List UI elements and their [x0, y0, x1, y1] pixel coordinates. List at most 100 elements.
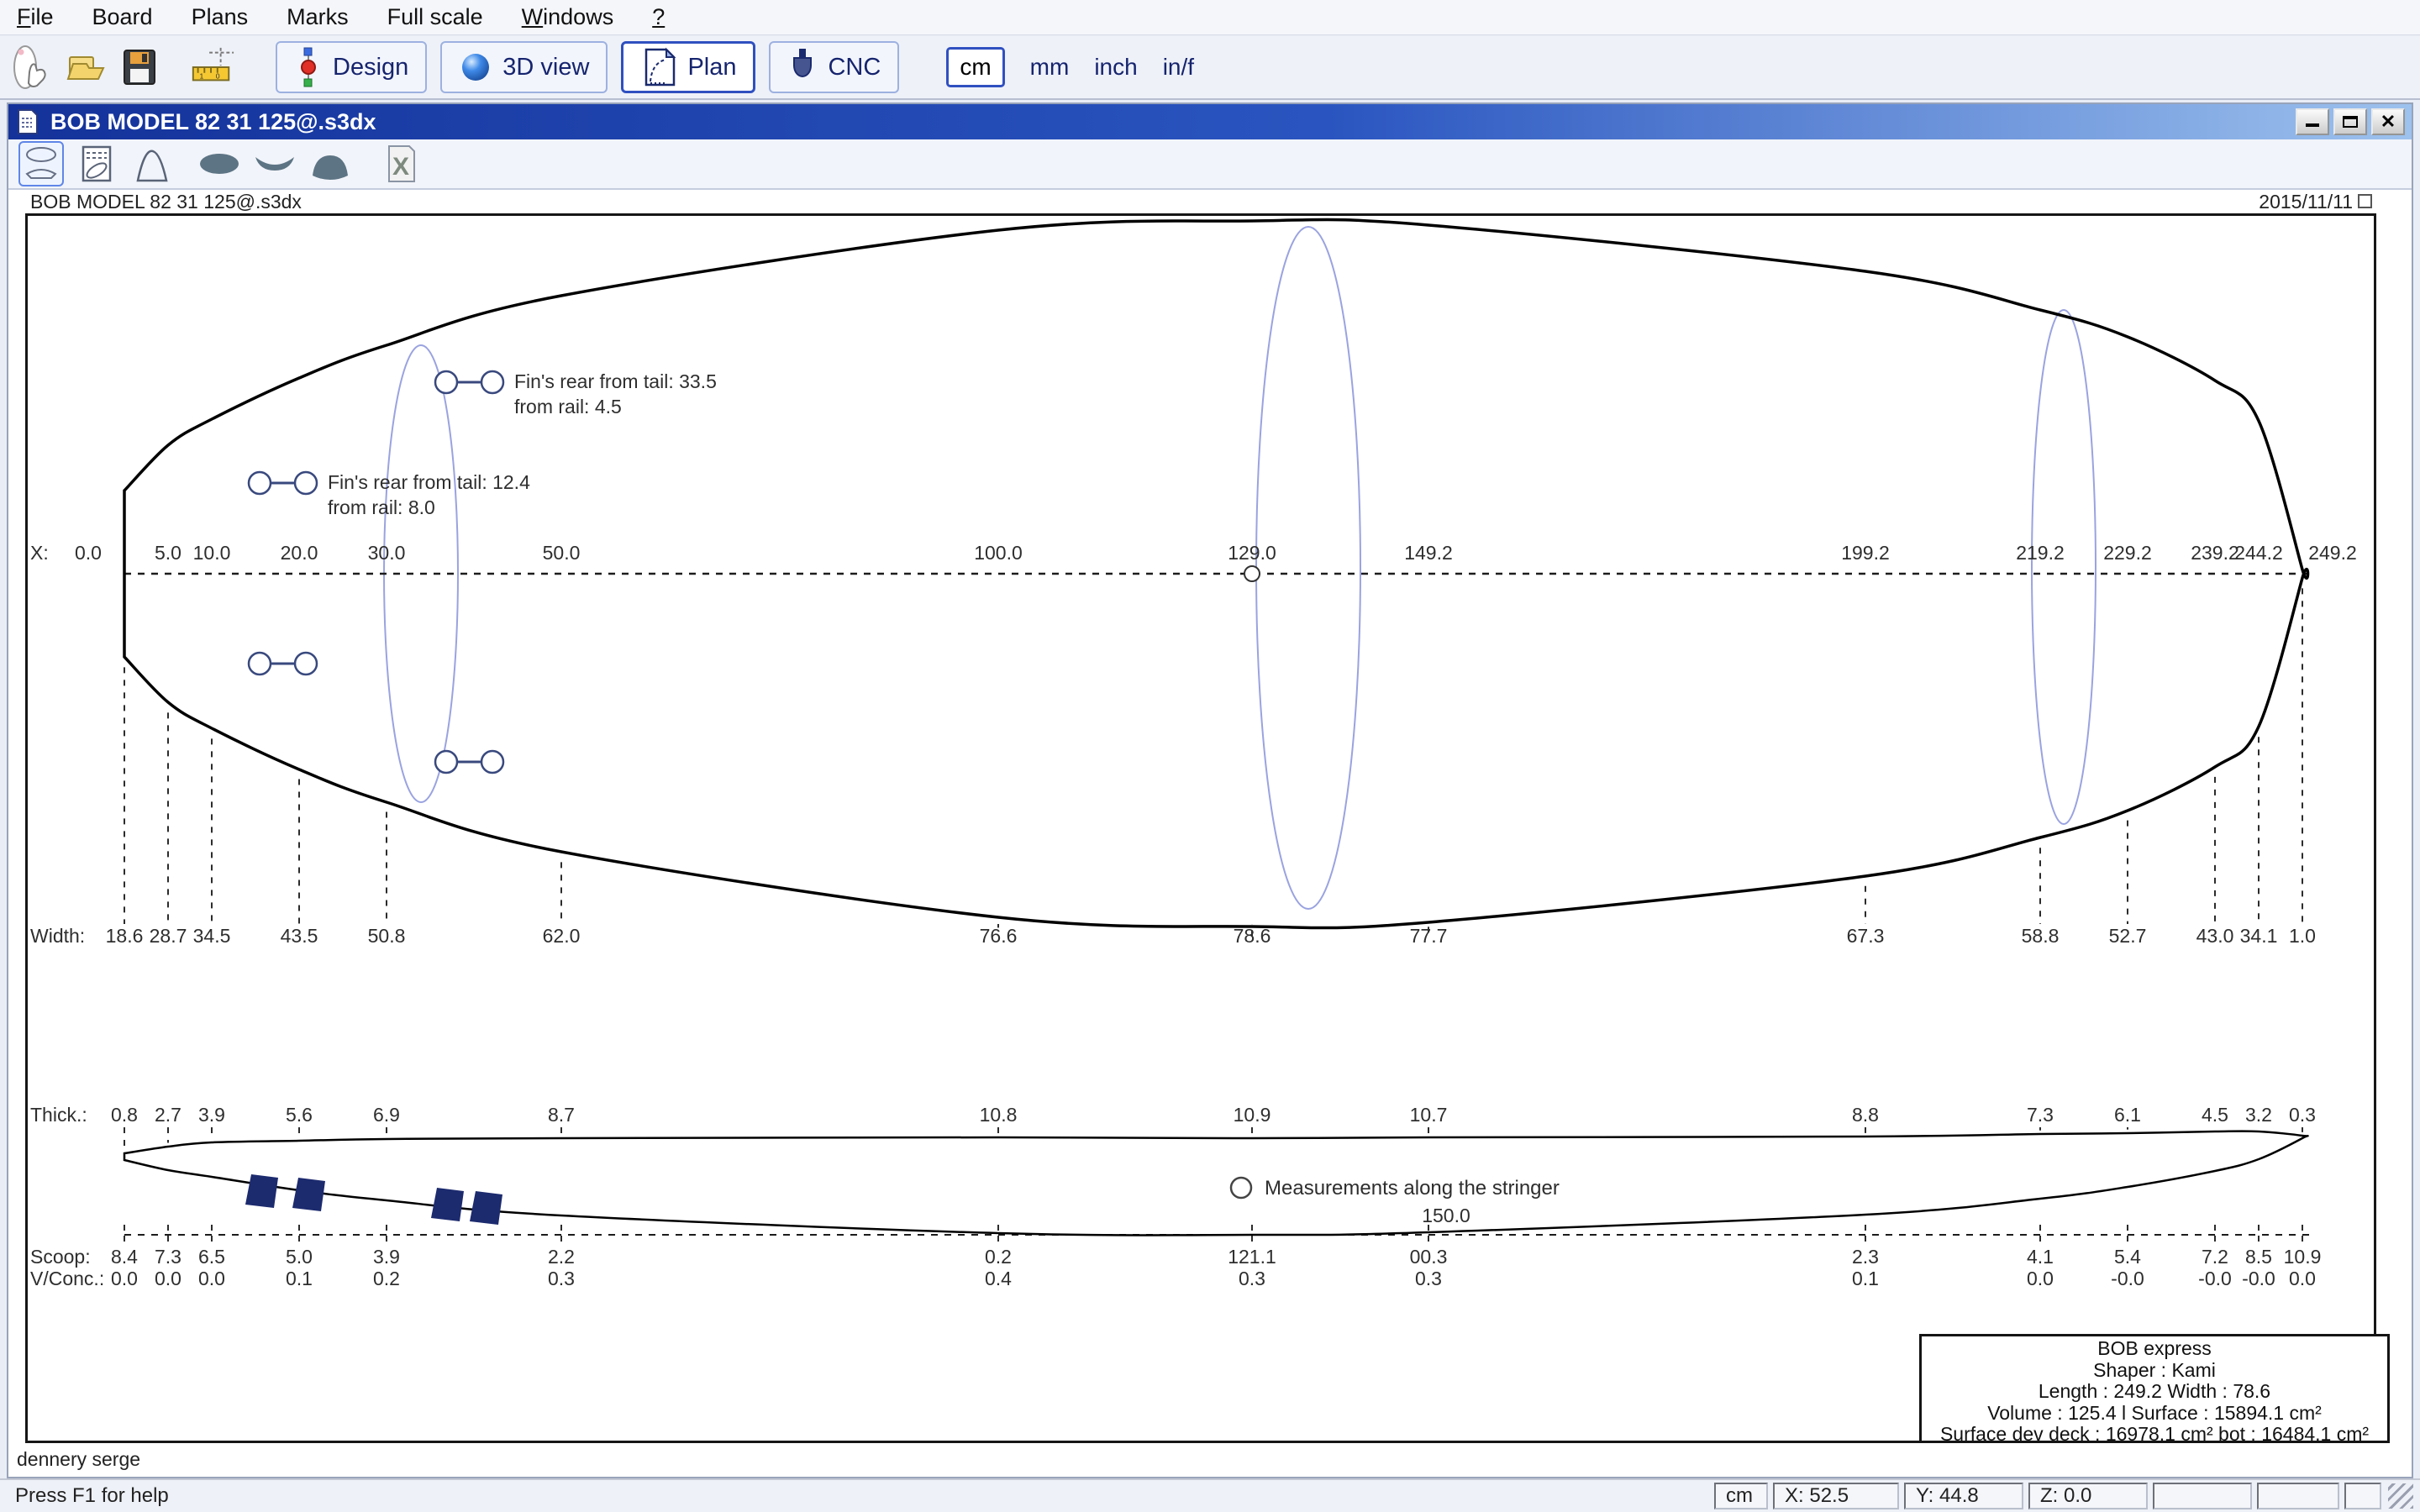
slice-ellipse-center: [1255, 226, 1361, 910]
statusbar-cell-extra2: [2257, 1483, 2339, 1509]
thickness-value-6: 10.8: [980, 1104, 1018, 1126]
statusbar-cell-extra3: [2344, 1483, 2381, 1509]
scoop-value-10: 4.1: [2027, 1246, 2054, 1268]
thickness-value-2: 3.9: [198, 1104, 225, 1126]
x-position-value-14: 249.2: [2308, 542, 2357, 564]
width-value-2: 34.5: [193, 925, 231, 947]
statusbar-cell-z: Z: 0.0: [2028, 1483, 2148, 1509]
thickness-value-0: 0.8: [111, 1104, 138, 1126]
vconc-value-9: 0.1: [1852, 1268, 1879, 1289]
width-value-1: 28.7: [150, 925, 187, 947]
thickness-value-13: 3.2: [2245, 1104, 2272, 1126]
vconc-value-14: 0.0: [2289, 1268, 2316, 1289]
wide-point-marker[interactable]: [1244, 565, 1260, 582]
statusbar-cell-x: X: 52.5: [1773, 1483, 1899, 1509]
thickness-value-10: 7.3: [2027, 1104, 2054, 1126]
fin-box-3: [431, 1188, 464, 1221]
fin-marker-front-top-circle-1[interactable]: [434, 370, 459, 395]
width-value-9: 67.3: [1847, 925, 1885, 947]
vconc-row-label: V/Conc.:: [30, 1268, 104, 1289]
fin-rear-label-line1: Fin's rear from tail: 12.4: [328, 471, 530, 493]
x-position-value-10: 219.2: [2016, 542, 2065, 564]
fin-marker-rear-top-circle-1[interactable]: [247, 470, 272, 496]
thickness-value-12: 4.5: [2202, 1104, 2228, 1126]
scoop-value-0: 8.4: [111, 1246, 138, 1268]
x-position-value-2: 10.0: [193, 542, 231, 564]
fin-marker-rear-top-circle-2[interactable]: [293, 470, 318, 496]
slice-ellipse-nose: [2031, 309, 2096, 825]
stringer-length-label: 150.0: [1422, 1205, 1470, 1226]
width-value-6: 76.6: [980, 925, 1018, 947]
stringer-radio[interactable]: [1229, 1176, 1253, 1200]
x-position-value-7: 129.0: [1228, 542, 1276, 564]
vconc-value-6: 0.4: [985, 1268, 1012, 1289]
width-value-13: 34.1: [2240, 925, 2278, 947]
width-value-7: 78.6: [1234, 925, 1271, 947]
scoop-value-4: 3.9: [373, 1246, 400, 1268]
thickness-value-7: 10.9: [1234, 1104, 1271, 1126]
width-value-8: 77.7: [1410, 925, 1448, 947]
x-position-value-11: 229.2: [2103, 542, 2152, 564]
vconc-value-0: 0.0: [111, 1268, 138, 1289]
width-row-label: Width:: [30, 925, 85, 947]
scoop-value-3: 5.0: [286, 1246, 313, 1268]
scoop-value-8: 00.3: [1410, 1246, 1448, 1268]
resize-grip-icon[interactable]: [2388, 1483, 2413, 1509]
scoop-value-6: 0.2: [985, 1246, 1012, 1268]
scoop-value-2: 6.5: [198, 1246, 225, 1268]
vconc-value-4: 0.2: [373, 1268, 400, 1289]
fin-rear-label-line2: from rail: 8.0: [328, 496, 435, 518]
x-position-value-12: 239.2: [2191, 542, 2239, 564]
statusbar-help: Press F1 for help: [15, 1484, 169, 1507]
vconc-value-3: 0.1: [286, 1268, 313, 1289]
vconc-value-10: 0.0: [2027, 1268, 2054, 1289]
width-value-3: 43.5: [281, 925, 318, 947]
vconc-value-1: 0.0: [155, 1268, 182, 1289]
width-value-11: 52.7: [2109, 925, 2147, 947]
stringer-note-label: Measurements along the stringer: [1265, 1177, 1560, 1200]
fin-marker-front-top-circle-2[interactable]: [480, 370, 505, 395]
thickness-value-9: 8.8: [1852, 1104, 1879, 1126]
thickness-value-8: 10.7: [1410, 1104, 1448, 1126]
thickness-value-1: 2.7: [155, 1104, 182, 1126]
x-position-value-9: 199.2: [1841, 542, 1890, 564]
scoop-value-5: 2.2: [548, 1246, 575, 1268]
thickness-row-label: Thick.:: [30, 1104, 87, 1126]
thickness-value-3: 5.6: [286, 1104, 313, 1126]
fin-marker-rear-bottom-circle-2[interactable]: [293, 651, 318, 676]
statusbar-cells: cm X: 52.5 Y: 44.8 Z: 0.0: [1714, 1483, 2381, 1509]
fin-marker-rear-bottom-circle-1[interactable]: [247, 651, 272, 676]
width-value-5: 62.0: [543, 925, 581, 947]
scoop-value-14: 10.9: [2284, 1246, 2322, 1268]
x-position-row-label: X:: [30, 542, 49, 564]
thickness-value-4: 6.9: [373, 1104, 400, 1126]
scoop-value-9: 2.3: [1852, 1246, 1879, 1268]
x-position-value-13: 244.2: [2234, 542, 2283, 564]
vconc-value-13: -0.0: [2242, 1268, 2275, 1289]
vconc-value-12: -0.0: [2198, 1268, 2232, 1289]
fin-marker-front-bottom-circle-2[interactable]: [480, 749, 505, 774]
x-position-value-1: 5.0: [155, 542, 182, 564]
thickness-value-11: 6.1: [2114, 1104, 2141, 1126]
width-value-0: 18.6: [106, 925, 144, 947]
statusbar-cell-y: Y: 44.8: [1904, 1483, 2023, 1509]
fin-marker-front-bottom-circle-1[interactable]: [434, 749, 459, 774]
fin-front-label-line2: from rail: 4.5: [514, 396, 622, 417]
scoop-value-12: 7.2: [2202, 1246, 2228, 1268]
fin-box-2: [292, 1178, 325, 1211]
x-position-value-5: 50.0: [543, 542, 581, 564]
x-position-value-4: 30.0: [368, 542, 406, 564]
vconc-value-11: -0.0: [2111, 1268, 2144, 1289]
vconc-value-2: 0.0: [198, 1268, 225, 1289]
width-value-4: 50.8: [368, 925, 406, 947]
vconc-value-5: 0.3: [548, 1268, 575, 1289]
x-position-value-0: 0.0: [75, 542, 102, 564]
scoop-value-11: 5.4: [2114, 1246, 2141, 1268]
scoop-value-13: 8.5: [2245, 1246, 2272, 1268]
x-position-value-8: 149.2: [1404, 542, 1453, 564]
x-position-value-3: 20.0: [281, 542, 318, 564]
thickness-value-14: 0.3: [2289, 1104, 2316, 1126]
fin-front-label-line1: Fin's rear from tail: 33.5: [514, 370, 717, 392]
fin-box-4: [470, 1191, 502, 1225]
fin-box-1: [245, 1174, 278, 1208]
